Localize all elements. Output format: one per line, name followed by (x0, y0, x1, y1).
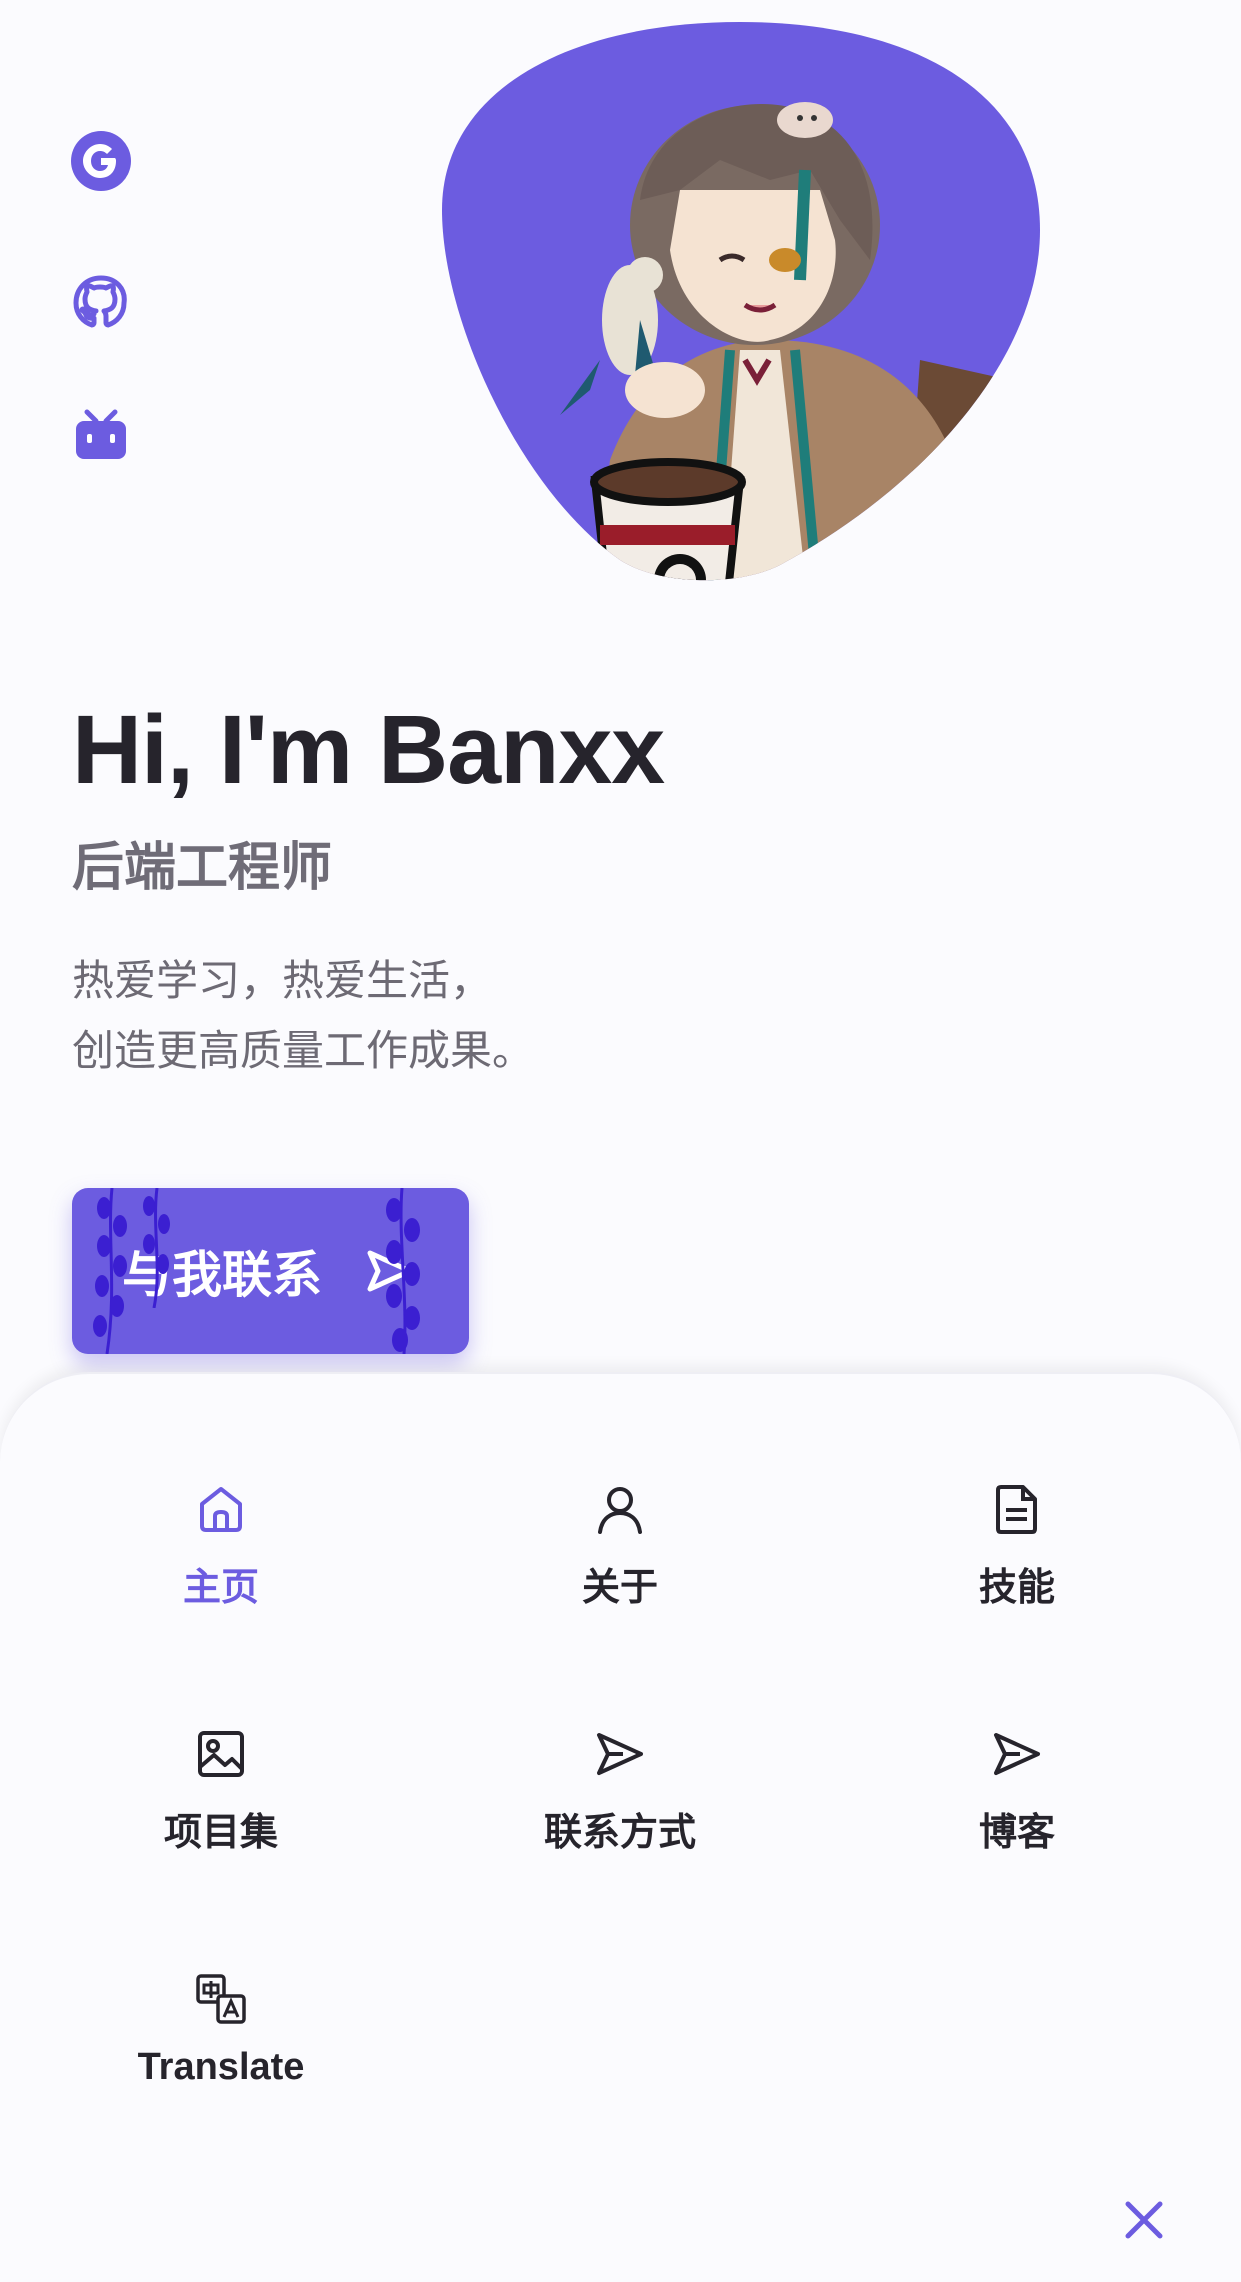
vine-decoration-middle (143, 1188, 170, 1308)
nav-item-blog[interactable]: 博客 (867, 1727, 1167, 1856)
page-title: Hi, I'm Banxx (72, 695, 665, 804)
translate-icon (196, 1974, 246, 2024)
document-icon (996, 1485, 1037, 1534)
close-icon[interactable] (1120, 2196, 1168, 2244)
nav-item-about[interactable]: 关于 (470, 1482, 770, 1611)
hero-description: 热爱学习，热爱生活， 创造更高质量工作成果。 (72, 946, 664, 1086)
job-title: 后端工程师 (72, 839, 333, 897)
nav-item-home[interactable]: 主页 (71, 1482, 371, 1611)
social-links (70, 130, 132, 550)
avatar-illustration (442, 22, 1040, 581)
hero-section: Hi, I'm Banxx 后端工程师 热爱学习，热爱生活， 创造更高质量工作成… (72, 690, 665, 1086)
nav-label-home: 主页 (182, 1567, 259, 1609)
send-icon (994, 1733, 1040, 1775)
send-icon (597, 1733, 643, 1775)
nav-label-about: 关于 (581, 1567, 658, 1609)
description-line-2: 创造更高质量工作成果。 (72, 1027, 535, 1074)
home-icon (200, 1487, 242, 1532)
nav-item-projects[interactable]: 项目集 (71, 1727, 371, 1856)
navigation-menu-panel: 主页 关于 技能 项目集 联系方式 博客 Translate (0, 1372, 1241, 2282)
google-icon[interactable] (70, 130, 132, 192)
contact-me-button[interactable]: 与我联系 (72, 1188, 469, 1354)
image-icon (198, 1731, 244, 1777)
user-icon (598, 1487, 642, 1534)
nav-item-skills[interactable]: 技能 (867, 1482, 1167, 1611)
nav-label-contact: 联系方式 (543, 1812, 696, 1854)
nav-label-projects: 项目集 (163, 1812, 278, 1854)
vine-decoration-right (386, 1188, 420, 1354)
github-icon[interactable] (70, 274, 132, 336)
nav-item-translate[interactable]: Translate (71, 1972, 371, 2089)
description-line-1: 热爱学习，热爱生活， (72, 957, 493, 1004)
nav-item-contact[interactable]: 联系方式 (470, 1727, 770, 1856)
bilibili-icon[interactable] (70, 406, 132, 468)
nav-label-skills: 技能 (978, 1567, 1055, 1609)
nav-label-translate: Translate (137, 2046, 305, 2088)
nav-label-blog: 博客 (978, 1812, 1055, 1854)
